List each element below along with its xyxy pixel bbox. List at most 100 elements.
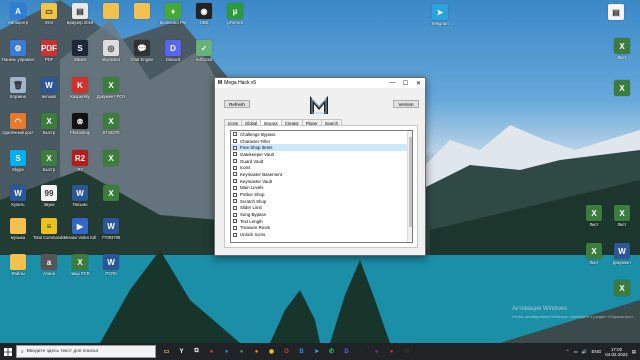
desktop-icon-asana[interactable]: a Асана <box>33 254 65 276</box>
desktop-icon-r-2[interactable]: X Лист <box>606 38 638 60</box>
list-item[interactable]: Scratch Shop <box>231 198 412 205</box>
desktop-icon-remote[interactable]: ◠Удалённый доступ <box>2 113 34 135</box>
list-item[interactable]: Potbor Shop <box>231 191 412 198</box>
taskbar-whatsapp-icon[interactable]: ✆ <box>325 345 338 358</box>
version-button[interactable]: Version <box>393 100 419 108</box>
checkbox[interactable] <box>233 179 237 184</box>
desktop-icon-fast[interactable]: X Быстр <box>33 113 65 135</box>
desktop-icon-obs[interactable]: ◉ OBS <box>188 3 220 25</box>
desktop-icon-scorecard[interactable]: ♦ Scorecard Pro <box>157 3 189 25</box>
taskbar-vk-icon[interactable]: B <box>295 345 308 358</box>
desktop-icon-total-commander[interactable]: ≡ Total Commander <box>33 218 65 240</box>
desktop-icon-excel-3[interactable]: X <box>95 150 127 167</box>
minimize-button[interactable]: — <box>386 78 399 88</box>
checkbox[interactable] <box>233 185 237 190</box>
desktop-icon-skype[interactable]: S Skype <box>2 150 34 172</box>
desktop-icon-control-panel[interactable]: ⚙Панель управления <box>2 40 34 62</box>
list-item[interactable]: Icons <box>231 164 412 171</box>
taskbar-opera-icon[interactable]: O <box>280 345 293 358</box>
desktop-icon-utorrent[interactable]: µ µTorrent <box>219 3 251 25</box>
clock[interactable]: 17:02 04.02.2022 <box>605 347 628 357</box>
desktop-icon-recycle-bin[interactable]: 🗑 Корзина <box>2 77 34 99</box>
desktop-icon-r-7[interactable]: X Лист <box>578 243 610 265</box>
checkbox[interactable] <box>233 219 237 224</box>
start-button[interactable] <box>0 343 16 360</box>
desktop-icon-music[interactable]: музыка <box>2 218 34 240</box>
checkbox[interactable] <box>233 139 237 144</box>
desktop-icon-steam[interactable]: S Steam <box>64 40 96 62</box>
list-item[interactable]: Gatekeeper Vault <box>231 151 412 158</box>
list-item[interactable]: Main Levels <box>231 185 412 192</box>
checkbox[interactable] <box>233 192 237 197</box>
desktop-icon-excel-4[interactable]: X <box>95 185 127 202</box>
list-item[interactable]: Guard Vault <box>231 158 412 165</box>
checkbox[interactable] <box>233 172 237 177</box>
checkbox[interactable] <box>233 225 237 230</box>
checkbox[interactable] <box>233 132 237 137</box>
desktop-icon-autocenter[interactable]: А Автоцентр <box>2 3 34 25</box>
desktop-icon-files[interactable]: Файлы <box>2 254 34 276</box>
desktop-icon-r-3[interactable]: X <box>606 80 638 97</box>
list-item[interactable]: Unlock Icons <box>231 231 412 238</box>
refresh-button[interactable]: Refresh <box>224 100 250 108</box>
desktop-icon-lica[interactable]: Xлица PCR <box>64 254 96 276</box>
desktop-icon-letter[interactable]: W Письмо <box>64 185 96 207</box>
desktop-icon-st18270[interactable]: X ST18270 <box>95 113 127 135</box>
volume-icon[interactable]: 🔊 <box>582 349 588 355</box>
desktop-icon-sounds[interactable]: 99 Звуки <box>33 185 65 207</box>
desktop-icon-num[interactable]: W 77093706 <box>95 218 127 240</box>
desktop-icon-doc-pcr[interactable]: X Документ PCR <box>95 77 127 99</box>
desktop-icon-r-8[interactable]: X <box>606 280 638 297</box>
desktop-icon-r2[interactable]: R2 R2 <box>64 150 96 172</box>
taskbar-app-2-icon[interactable]: ● <box>220 345 233 358</box>
megahack-window[interactable]: M Mega Hack v5 — ☐ ✕ Refresh Version Ico… <box>214 77 426 256</box>
network-icon[interactable]: ▭ <box>574 349 578 355</box>
list-scrollbar[interactable] <box>407 131 412 242</box>
checkbox[interactable] <box>233 159 237 164</box>
taskbar-explorer-icon[interactable]: ▭ <box>160 345 173 358</box>
language-indicator[interactable]: ENG <box>591 349 601 354</box>
desktop-icon-r-1[interactable]: ▤ <box>600 4 632 21</box>
list-item[interactable]: Keymaster Basement <box>231 171 412 178</box>
desktop-icon-adguard[interactable]: ✓ AdGuard <box>188 40 220 62</box>
desktop-icon-this-pc[interactable]: ▭ Этот <box>33 3 65 25</box>
checkbox[interactable] <box>233 232 237 237</box>
list-item[interactable]: Free Shop Items <box>231 144 412 152</box>
desktop-icon-folder-1[interactable] <box>95 3 127 20</box>
taskbar-discord-icon[interactable]: D <box>340 345 353 358</box>
desktop-icon-fast-2[interactable]: X Быстр <box>33 150 65 172</box>
taskbar-app-4-icon[interactable]: ● <box>250 345 263 358</box>
taskbar-steam-icon[interactable]: S <box>355 345 368 358</box>
desktop-icon-browser-2019[interactable]: ▤ Браузер 2019 <box>64 3 96 25</box>
list-item[interactable]: Slider Limit <box>231 205 412 212</box>
desktop-icon-r-5[interactable]: X Лист <box>606 205 638 227</box>
taskbar-megahack-icon[interactable]: M <box>400 345 413 358</box>
close-button[interactable]: ✕ <box>412 78 425 88</box>
desktop-icon-pdf[interactable]: PDF PDF <box>33 40 65 62</box>
desktop-icon-word-1[interactable]: Wвельмо <box>33 77 65 99</box>
desktop-icon-skyrocket[interactable]: ◎ skyrocket <box>95 40 127 62</box>
maximize-button[interactable]: ☐ <box>399 78 412 88</box>
desktop-icon-buy[interactable]: W Купить <box>2 185 34 207</box>
list-item[interactable]: Text Length <box>231 218 412 225</box>
bypass-list[interactable]: Challenge Bypass Character Filter Free Sho… <box>230 130 413 243</box>
list-item[interactable]: Challenge Bypass <box>231 131 412 138</box>
taskbar-app-3-icon[interactable]: ● <box>235 345 248 358</box>
checkbox[interactable] <box>233 212 237 217</box>
desktop-icon-folder-2[interactable] <box>126 3 158 20</box>
checkbox[interactable] <box>233 165 237 170</box>
desktop-icon-movavi[interactable]: ▶Movavi Video Editor Plus <box>64 218 96 240</box>
checkbox[interactable] <box>233 145 237 150</box>
list-item[interactable]: Song Bypass <box>231 211 412 218</box>
checkbox[interactable] <box>233 205 237 210</box>
checkbox[interactable] <box>233 152 237 157</box>
desktop-icon-kaspersky[interactable]: K Kaspersky <box>64 77 96 99</box>
tray-chevron-icon[interactable]: ⌃ <box>566 349 570 355</box>
taskbar-chrome-icon[interactable]: ◉ <box>265 345 278 358</box>
taskbar-app-5-icon[interactable]: ● <box>370 345 383 358</box>
desktop-icon-pcr0[interactable]: W PCR0 <box>95 254 127 276</box>
taskbar-app-6-icon[interactable]: ● <box>385 345 398 358</box>
notifications-icon[interactable]: ▤ <box>632 349 636 355</box>
taskbar-telegram-icon[interactable]: ➤ <box>310 345 323 358</box>
desktop-icon-app-x[interactable]: ⊗ Photoshop <box>64 113 96 135</box>
